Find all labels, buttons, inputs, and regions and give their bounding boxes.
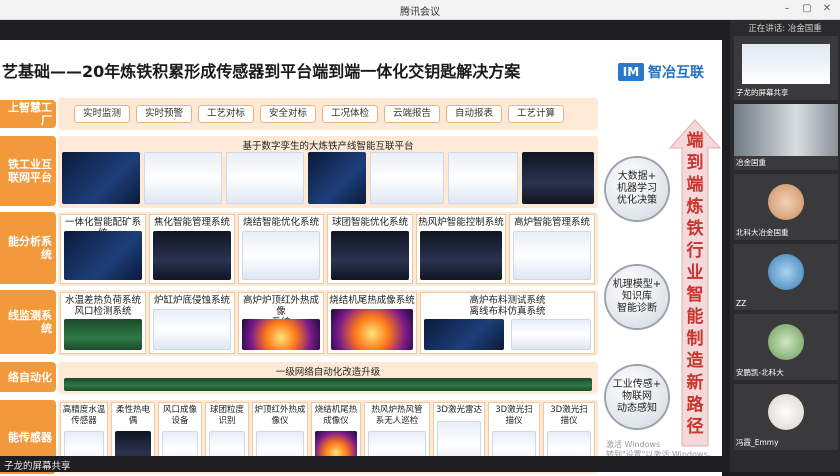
sensor-tile-label: 热风炉热风管 系无人巡检 [371, 405, 423, 426]
sensor-tile-label: 高精度水温 传感器 [62, 405, 106, 426]
avatar [768, 324, 804, 360]
minimize-icon[interactable]: – [780, 3, 794, 14]
analysis-tile-label: 焦化智能管理系统 [153, 217, 230, 228]
sensor-tile-label: 烧结机尾热 成像仪 [314, 405, 358, 426]
band-smart-factory: 上智慧工厂 [0, 100, 56, 128]
analysis-tile-label: 高炉智能管理系统 [513, 217, 590, 228]
avatar [768, 254, 804, 290]
sensor-tile-label: 3D激光扫 描仪 [550, 405, 588, 426]
band-iiot-platform: 铁工业互联网平台 [0, 136, 56, 206]
participant-name: 冯霞_Emmy [736, 438, 779, 447]
pill-process-benchmark: 工艺对标 [198, 105, 254, 123]
pill-condition-check: 工况体检 [322, 105, 378, 123]
maximize-icon[interactable]: ▢ [800, 3, 814, 14]
title-bar: 腾讯会议 – ▢ ✕ [0, 0, 840, 20]
participant-video [734, 104, 838, 156]
analysis-tile: 焦化智能管理系统 [149, 214, 235, 284]
participant-name: 冶金国重 [736, 158, 766, 167]
platform-screenshot [522, 152, 594, 204]
speaking-indicator: 正在讲话: 冶金国重 [748, 24, 822, 34]
platform-screenshot [448, 152, 518, 204]
network-strip [64, 378, 592, 391]
smart-factory-panel: 实时监测 实时预警 工艺对标 安全对标 工况体检 云端报告 自动报表 工艺计算 [58, 98, 598, 130]
bigdata-circle: 大数据+ 机器学习 优化决策 [606, 158, 668, 220]
analysis-tile: 一体化智能配矿系统 [60, 214, 146, 284]
participant-tile[interactable]: 安鹏凯-北科大 [734, 314, 838, 380]
band-network-automation: 络自动化 [0, 362, 56, 392]
platform-label: 基于数字孪生的大炼铁产线智能互联平台 [242, 141, 414, 152]
close-icon[interactable]: ✕ [820, 3, 834, 14]
monitor-tile-label: 高炉布料测试系统 离线布料仿真系统 [469, 295, 546, 317]
analysis-tile: 热风炉智能控制系统 [416, 214, 506, 284]
participant-name: ZZ [736, 299, 747, 308]
pill-safety-benchmark: 安全对标 [260, 105, 316, 123]
monitor-tile-label: 烧结机尾热成像系统 [329, 295, 415, 306]
network-panel: 一级网络自动化改造升级 [58, 362, 598, 394]
monitor-tile: 高炉炉顶红外热成像 系统 [238, 292, 324, 354]
path-arrow: 端到端炼铁行业智能制造新路径 [668, 118, 722, 448]
network-label: 一级网络自动化改造升级 [275, 367, 381, 378]
presentation-slide: 艺基础——20年炼铁积累形成传感器到平台端到端一体化交钥匙解决方案 IM 智冶互… [0, 40, 722, 476]
sensor-tile-label: 炉顶红外热成 像仪 [254, 405, 306, 426]
pill-cloud-report: 云端报告 [384, 105, 440, 123]
pill-auto-report: 自动报表 [446, 105, 502, 123]
participant-name: 安鹏凯-北科大 [736, 368, 784, 377]
pill-process-calc: 工艺计算 [508, 105, 564, 123]
analysis-tile-label: 热风炉智能控制系统 [418, 217, 504, 228]
shared-screen-thumbnail [742, 44, 830, 84]
screen-share-tag: 子龙的屏幕共享 [0, 456, 730, 472]
platform-screenshot [226, 152, 304, 204]
participant-tile[interactable]: 冯霞_Emmy [734, 384, 838, 450]
participant-tile[interactable]: ZZ [734, 244, 838, 310]
band-monitor-system: 线监测系统 [0, 290, 56, 354]
analysis-tile-label: 球团智能优化系统 [331, 217, 408, 228]
monitor-panel: 水温差热负荷系统 风口检测系统 炉缸炉底侵蚀系统 高炉炉顶红外热成像 系统 烧结… [58, 290, 598, 356]
participant-panel: 正在讲话: 冶金国重 子龙的屏幕共享 冶金国重 北科大冶金国重 ZZ 安鹏凯-北… [730, 20, 840, 472]
analysis-tile: 高炉智能管理系统 [509, 214, 595, 284]
analysis-tile-label: 烧结智能优化系统 [242, 217, 319, 228]
logo-text: 智冶互联 [648, 65, 704, 81]
window-title: 腾讯会议 [400, 7, 440, 18]
participant-tile[interactable]: 北科大冶金国重 [734, 174, 838, 240]
monitor-tile: 烧结机尾热成像系统 [327, 292, 417, 354]
participant-name: 北科大冶金国重 [736, 228, 789, 237]
monitor-tile: 高炉布料测试系统 离线布料仿真系统 [420, 292, 595, 354]
participant-name: 子龙的屏幕共享 [736, 88, 789, 97]
sensing-circle: 工业传感+ 物联网 动态感知 [606, 366, 668, 428]
avatar [768, 394, 804, 430]
shared-screen-area: 艺基础——20年炼铁积累形成传感器到平台端到端一体化交钥匙解决方案 IM 智冶互… [0, 20, 730, 476]
slide-title: 艺基础——20年炼铁积累形成传感器到平台端到端一体化交钥匙解决方案 [2, 62, 521, 81]
sensor-tile-label: 3D激光雷达 [436, 405, 482, 415]
avatar [768, 184, 804, 220]
pill-realtime-warning: 实时预警 [136, 105, 192, 123]
band-analysis-system: 能分析系统 [0, 212, 56, 284]
logo-mark-icon: IM [618, 63, 644, 81]
platform-screenshot [370, 152, 444, 204]
platform-screenshot [144, 152, 222, 204]
participant-tile[interactable]: 冶金国重 [734, 104, 838, 170]
monitor-tile: 炉缸炉底侵蚀系统 [149, 292, 235, 354]
sensor-tile-label: 球团粒度 识别 [209, 405, 244, 426]
platform-screenshot [308, 152, 366, 204]
monitor-tile-label: 炉缸炉底侵蚀系统 [153, 295, 230, 306]
analysis-panel: 一体化智能配矿系统 焦化智能管理系统 烧结智能优化系统 球团智能优化系统 热风炉… [58, 212, 598, 286]
path-arrow-text: 端到端炼铁行业智能制造新路径 [686, 131, 704, 437]
platform-panel: 基于数字孪生的大炼铁产线智能互联平台 [58, 136, 598, 208]
monitor-tile: 水温差热负荷系统 风口检测系统 [60, 292, 146, 354]
mechanism-circle: 机理模型+ 知识库 智能诊断 [606, 266, 668, 328]
screen-share-label: 子龙的屏幕共享 [4, 461, 71, 472]
pill-realtime-monitor: 实时监测 [74, 105, 130, 123]
platform-screenshot [62, 152, 140, 204]
analysis-tile: 烧结智能优化系统 [238, 214, 324, 284]
monitor-tile-label: 水温差热负荷系统 风口检测系统 [64, 295, 141, 317]
sensor-tile-label: 柔性热电 偶 [115, 405, 150, 426]
company-logo: IM 智冶互联 [618, 62, 704, 82]
analysis-tile: 球团智能优化系统 [327, 214, 413, 284]
sensor-tile-label: 风口成像 设备 [162, 405, 197, 426]
participant-tile[interactable]: 子龙的屏幕共享 [734, 36, 838, 100]
sensor-tile-label: 3D激光扫 描仪 [495, 405, 533, 426]
